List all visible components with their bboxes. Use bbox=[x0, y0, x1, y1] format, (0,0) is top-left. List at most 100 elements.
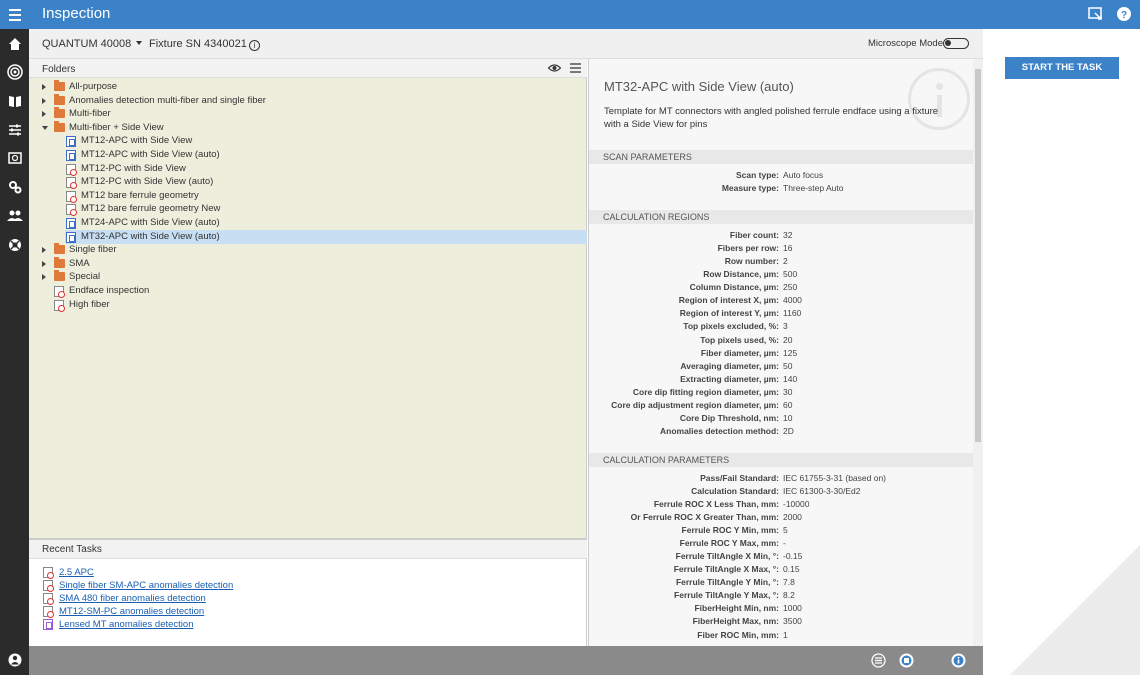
parameter-value: 250 bbox=[783, 282, 798, 293]
info-circle-icon[interactable] bbox=[951, 653, 966, 668]
recent-task-item[interactable]: 2.5 APC bbox=[43, 566, 94, 579]
tree-folder[interactable]: Single fiber bbox=[29, 243, 587, 257]
tree-template-item[interactable]: Endface inspection bbox=[29, 284, 587, 298]
gallery-icon[interactable] bbox=[4, 147, 25, 168]
parameter-label: Fiber ROC Min, mm: bbox=[697, 629, 779, 640]
help-icon[interactable]: ? bbox=[1116, 6, 1132, 22]
tree-folder[interactable]: Anomalies detection multi-fiber and sing… bbox=[29, 93, 587, 108]
recent-task-item[interactable]: Single fiber SM-APC anomalies detection bbox=[43, 579, 233, 592]
top-bar: Inspection ? bbox=[0, 0, 1140, 29]
template-single-fiber-icon bbox=[43, 567, 54, 579]
recent-task-link[interactable]: MT12-SM-PC anomalies detection bbox=[59, 606, 204, 617]
svg-text:?: ? bbox=[1121, 10, 1127, 21]
parameter-row: FiberHeight Max, nm: 3500 bbox=[589, 615, 973, 628]
parameter-value: 2 bbox=[783, 256, 788, 267]
bottom-bar bbox=[29, 646, 983, 675]
tree-folder[interactable]: Multi-fiber + Side View bbox=[29, 120, 587, 135]
recent-task-link[interactable]: SMA 480 fiber anomalies detection bbox=[59, 593, 206, 604]
tree-template-item[interactable]: High fiber bbox=[29, 298, 587, 312]
tree-template-item[interactable]: MT32-APC with Side View (auto) bbox=[65, 229, 587, 244]
device-header: QUANTUM 40008 Fixture SN 4340021 i Micros… bbox=[29, 29, 983, 59]
parameter-label: Averaging diameter, µm: bbox=[680, 360, 779, 371]
settings-gears-icon[interactable] bbox=[4, 176, 25, 197]
section-header: CALCULATION PARAMETERS bbox=[589, 452, 973, 467]
collapsed-arrow-icon[interactable] bbox=[42, 84, 46, 90]
list-menu-icon[interactable] bbox=[570, 63, 581, 73]
tree-template-item[interactable]: MT24-APC with Side View (auto) bbox=[29, 216, 587, 230]
collapsed-arrow-icon[interactable] bbox=[42, 97, 46, 104]
parameter-label: Ferrule TiltAngle Y Min, °: bbox=[675, 577, 779, 588]
recent-task-link[interactable]: Lensed MT anomalies detection bbox=[59, 619, 194, 630]
section-header: CALCULATION REGIONS bbox=[589, 210, 973, 225]
parameter-label: Ferrule TiltAngle X Min, °: bbox=[675, 551, 779, 562]
section-header: SCAN PARAMETERS bbox=[589, 150, 973, 164]
parameter-label: Core dip fitting region diameter, µm: bbox=[632, 386, 779, 397]
inspection-target-icon[interactable] bbox=[4, 61, 25, 82]
microscope-mode-label: Microscope Mode bbox=[868, 38, 943, 49]
tree-folder[interactable]: Multi-fiber bbox=[29, 107, 587, 121]
book-icon[interactable] bbox=[4, 90, 25, 111]
parameter-value: 7.8 bbox=[783, 577, 795, 588]
tree-folder[interactable]: SMA bbox=[29, 256, 587, 271]
parameter-value: 140 bbox=[783, 373, 798, 384]
recent-task-item[interactable]: MT12-SM-PC anomalies detection bbox=[43, 605, 204, 618]
template-lensed-icon bbox=[43, 619, 53, 630]
recent-task-item[interactable]: SMA 480 fiber anomalies detection bbox=[43, 592, 206, 605]
sliders-icon[interactable] bbox=[4, 119, 25, 140]
tree-folder[interactable]: Special bbox=[29, 270, 587, 284]
parameter-value: - bbox=[783, 538, 786, 549]
recent-task-link[interactable]: 2.5 APC bbox=[59, 567, 94, 578]
users-icon[interactable] bbox=[4, 205, 25, 226]
tree-template-item[interactable]: MT12-PC with Side View (auto) bbox=[29, 175, 587, 190]
lifebuoy-icon[interactable] bbox=[4, 234, 25, 255]
tree-template-item[interactable]: MT12 bare ferrule geometry New bbox=[29, 202, 587, 217]
parameter-row: Scan type: Auto focus bbox=[589, 169, 973, 182]
gallery-circle-icon[interactable] bbox=[899, 653, 914, 668]
folder-icon bbox=[54, 270, 65, 282]
tree-item-label: Special bbox=[69, 271, 101, 283]
parameter-value: IEC 61300-3-30/Ed2 bbox=[783, 485, 861, 496]
recent-task-item[interactable]: Lensed MT anomalies detection bbox=[43, 618, 194, 631]
eye-icon[interactable] bbox=[548, 63, 561, 73]
collapsed-arrow-icon[interactable] bbox=[42, 274, 46, 281]
parameter-label: Top pixels used, %: bbox=[700, 334, 779, 345]
tree-template-item[interactable]: MT12 bare ferrule geometry bbox=[29, 189, 587, 203]
decorative-corner bbox=[1010, 545, 1140, 675]
parameter-value: IEC 61755-3-31 (based on) bbox=[783, 472, 887, 483]
collapsed-arrow-icon[interactable] bbox=[42, 111, 46, 118]
info-icon[interactable]: i bbox=[248, 40, 260, 51]
parameter-label: Region of interest Y, µm: bbox=[679, 308, 779, 319]
tree-template-item[interactable]: MT12-APC with Side View bbox=[29, 134, 587, 148]
template-multi-fiber-icon bbox=[66, 218, 76, 229]
hamburger-menu-icon[interactable] bbox=[6, 6, 24, 24]
export-screen-icon[interactable] bbox=[1088, 6, 1104, 22]
microscope-mode-toggle[interactable] bbox=[943, 38, 969, 49]
collapsed-arrow-icon[interactable] bbox=[42, 247, 46, 254]
parameter-row: FiberHeight Min, nm: 1000 bbox=[589, 602, 973, 615]
start-task-button[interactable]: START THE TASK bbox=[1005, 57, 1119, 79]
tree-template-item[interactable]: MT12-PC with Side View bbox=[29, 162, 587, 176]
parameter-row: Top pixels used, %: 20 bbox=[589, 334, 973, 347]
account-icon[interactable] bbox=[4, 649, 25, 670]
template-multi-fiber-icon bbox=[66, 231, 76, 243]
parameter-value: -10000 bbox=[783, 499, 810, 509]
tree-template-item[interactable]: MT12-APC with Side View (auto) bbox=[29, 148, 587, 162]
model-selector[interactable]: QUANTUM 40008 bbox=[42, 38, 143, 50]
home-icon[interactable] bbox=[4, 33, 25, 54]
expanded-arrow-icon[interactable] bbox=[42, 125, 48, 130]
tree-item-label: Endface inspection bbox=[69, 285, 150, 296]
list-circle-icon[interactable] bbox=[871, 653, 886, 668]
tree-folder[interactable]: All-purpose bbox=[29, 80, 587, 94]
tree-item-label: Multi-fiber + Side View bbox=[69, 121, 164, 133]
template-detail-panel: MT32-APC with Side View (auto) Template … bbox=[588, 59, 983, 646]
template-single-fiber-icon bbox=[54, 299, 65, 312]
parameter-label: Core Dip Threshold, nm: bbox=[679, 412, 779, 423]
collapsed-arrow-icon[interactable] bbox=[42, 260, 46, 267]
recent-task-link[interactable]: Single fiber SM-APC anomalies detection bbox=[59, 580, 233, 591]
detail-scrollbar[interactable] bbox=[973, 59, 983, 646]
parameter-value: 30 bbox=[783, 386, 793, 397]
scrollbar-thumb[interactable] bbox=[975, 69, 981, 442]
parameter-row: Top pixels excluded, %: 3 bbox=[589, 320, 973, 333]
parameter-label: FiberHeight Min, nm: bbox=[694, 603, 779, 614]
parameter-row: Column Distance, µm: 250 bbox=[589, 281, 973, 294]
